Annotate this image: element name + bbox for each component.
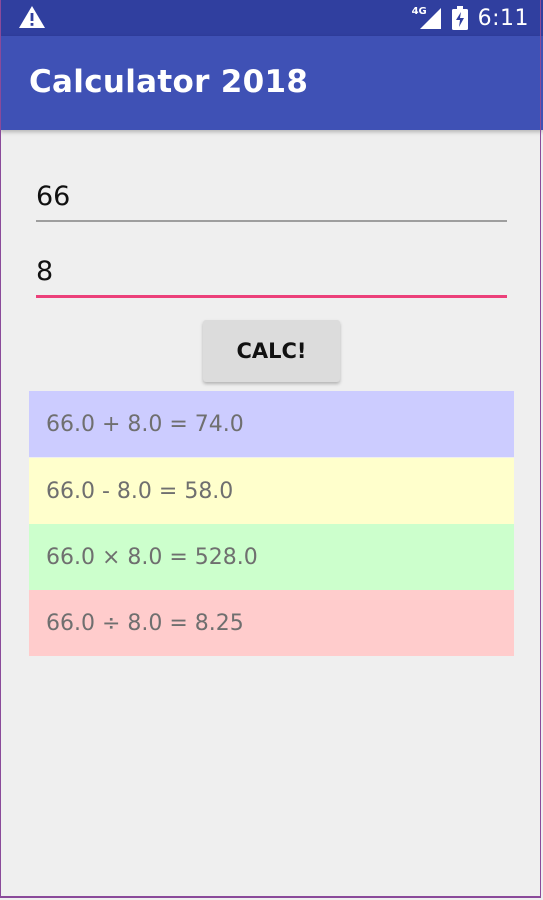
signal-icon: 4G bbox=[411, 6, 442, 30]
result-multiplication: 66.0 × 8.0 = 528.0 bbox=[29, 524, 514, 590]
status-time: 6:11 bbox=[477, 5, 529, 31]
second-number-input[interactable] bbox=[36, 248, 507, 298]
network-type: 4G bbox=[411, 6, 427, 17]
warning-icon bbox=[19, 6, 45, 28]
first-number-input[interactable] bbox=[36, 172, 507, 222]
result-subtraction: 66.0 - 8.0 = 58.0 bbox=[29, 458, 514, 524]
status-indicators: 4G 6:11 bbox=[411, 0, 529, 36]
result-division: 66.0 ÷ 8.0 = 8.25 bbox=[29, 590, 514, 656]
status-bar: 4G 6:11 bbox=[0, 0, 543, 36]
app-title: Calculator 2018 bbox=[29, 64, 309, 100]
app-bar: Calculator 2018 bbox=[0, 36, 543, 130]
calc-button[interactable]: CALC! bbox=[203, 320, 340, 382]
result-addition: 66.0 + 8.0 = 74.0 bbox=[29, 391, 514, 457]
battery-charging-icon bbox=[451, 6, 468, 30]
